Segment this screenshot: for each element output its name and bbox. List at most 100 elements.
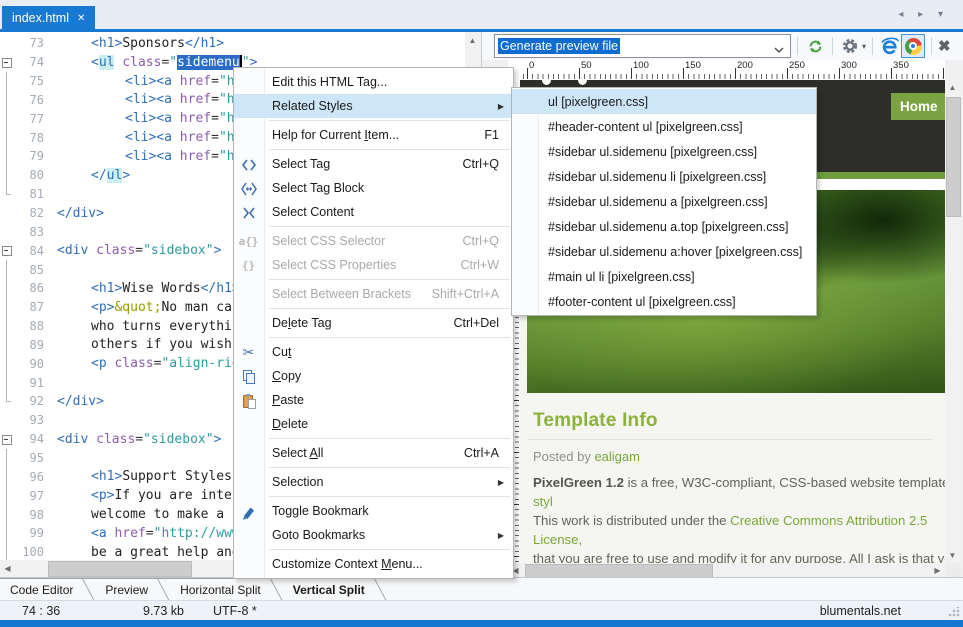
code-token: <p> <box>91 300 114 315</box>
ie-browser-icon[interactable] <box>879 35 901 57</box>
line-number: 86 <box>13 281 51 295</box>
submenu-item[interactable]: #sidebar ul.sidemenu a [pixelgreen.css] <box>512 189 816 214</box>
scroll-up-icon[interactable]: ▲ <box>465 33 480 48</box>
menu-item-edit-html-tag[interactable]: Edit this HTML Tag... <box>234 70 513 94</box>
submenu-arrow-icon: ▶ <box>498 531 504 540</box>
code-token: > <box>214 432 222 447</box>
submenu-item[interactable]: #sidebar ul.sidemenu a:hover [pixelgreen… <box>512 239 816 264</box>
fold-toggle-icon[interactable] <box>0 430 13 449</box>
code-token: "http://www <box>154 526 240 541</box>
menu-item-help-current-item[interactable]: Help for Current Item...F1 <box>234 123 513 147</box>
menu-item-toggle-bookmark[interactable]: Toggle Bookmark <box>234 499 513 523</box>
scroll-up-icon[interactable]: ▲ <box>945 80 960 95</box>
line-number: 74 <box>13 55 51 69</box>
fold-guide <box>0 109 13 128</box>
line-number: 79 <box>13 149 51 163</box>
scrollbar-thumb[interactable] <box>525 564 713 578</box>
menu-item-selection[interactable]: Selection▶ <box>234 470 513 494</box>
menu-shortcut: Ctrl+Q <box>463 157 499 171</box>
menu-item-label: Related Styles <box>272 99 353 113</box>
submenu-item[interactable]: #main ul li [pixelgreen.css] <box>512 264 816 289</box>
line-number: 80 <box>13 168 51 182</box>
menu-item-label: Selection <box>272 475 323 489</box>
code-token: Support <box>122 469 185 484</box>
menu-separator <box>269 120 510 121</box>
view-tab-vertical-split[interactable]: Vertical Split <box>283 578 387 601</box>
paragraph-text: that you are free to use and modify it f… <box>533 551 945 563</box>
fold-guide <box>0 72 13 91</box>
menu-item-delete-tag[interactable]: Delete TagCtrl+Del <box>234 311 513 335</box>
menu-item-cut[interactable]: ✂Cut <box>234 340 513 364</box>
view-tab-code-editor[interactable]: Code Editor <box>0 578 95 601</box>
menu-item-select-tag[interactable]: Select Tag Ctrl+Q <box>234 152 513 176</box>
tab-close-icon[interactable]: ✕ <box>77 13 85 24</box>
toolbar-divider <box>797 37 798 55</box>
code-token: <div <box>57 243 96 258</box>
line-number: 93 <box>13 413 51 427</box>
code-token: <p <box>91 356 114 371</box>
chevron-down-icon[interactable] <box>774 43 784 57</box>
menu-item-label: Select Tag <box>272 157 330 171</box>
fold-toggle-icon[interactable] <box>0 241 13 260</box>
gear-icon[interactable] <box>839 35 861 57</box>
menu-item-customize-context-menu[interactable]: Customize Context Menu... <box>234 552 513 576</box>
preview-horizontal-scrollbar[interactable]: ◀ ▶ <box>508 563 945 578</box>
paragraph-text: This work is distributed under the <box>533 513 730 528</box>
menu-item-related-styles[interactable]: Related Styles▶ <box>234 94 513 118</box>
fold-toggle-icon[interactable] <box>0 53 13 72</box>
code-token: href <box>180 92 211 107</box>
code-token: = <box>211 92 219 107</box>
scroll-down-icon[interactable]: ▼ <box>945 548 960 563</box>
submenu-item[interactable]: #sidebar ul.sidemenu [pixelgreen.css] <box>512 139 816 164</box>
fold-guide <box>0 279 13 298</box>
template-info-paragraph: PixelGreen 1.2 is a free, W3C-compliant,… <box>533 473 945 563</box>
submenu-item[interactable]: #sidebar ul.sidemenu a.top [pixelgreen.c… <box>512 214 816 239</box>
submenu-item[interactable]: #sidebar ul.sidemenu li [pixelgreen.css] <box>512 164 816 189</box>
view-tab-preview[interactable]: Preview <box>95 578 170 601</box>
menu-separator <box>269 149 510 150</box>
submenu-item[interactable]: #header-content ul [pixelgreen.css] <box>512 114 816 139</box>
line-number: 88 <box>13 319 51 333</box>
menu-item-delete[interactable]: Delete <box>234 412 513 436</box>
code-token: href <box>180 111 211 126</box>
toolbar-divider <box>872 37 873 55</box>
gear-dropdown-icon[interactable]: ▾ <box>862 42 866 51</box>
scroll-right-icon[interactable]: ▶ <box>930 563 945 578</box>
menu-item-paste[interactable]: Paste <box>234 388 513 412</box>
menu-item-copy[interactable]: Copy <box>234 364 513 388</box>
scrollbar-thumb[interactable] <box>946 97 961 217</box>
close-preview-icon[interactable]: ✖ <box>938 37 951 55</box>
menu-item-label: Delete Tag <box>272 316 332 330</box>
combobox-value: Generate preview file <box>498 38 620 54</box>
menu-item-select-tag-block[interactable]: Select Tag Block <box>234 176 513 200</box>
fold-guide <box>0 449 13 468</box>
fold-guide <box>0 185 13 204</box>
code-line[interactable]: 73<h1>Sponsors</h1> <box>0 34 465 53</box>
line-number: 89 <box>13 338 51 352</box>
preview-vertical-scrollbar[interactable]: ▲ ▼ <box>945 80 961 563</box>
menu-item-select-all[interactable]: Select AllCtrl+A <box>234 441 513 465</box>
refresh-icon[interactable] <box>804 35 826 57</box>
tab-scroll-arrows-icon[interactable]: ◂ ▸ ▾ <box>898 9 949 20</box>
submenu-item[interactable]: ul [pixelgreen.css] <box>512 89 816 114</box>
code-token: = <box>211 111 219 126</box>
code-token: ul <box>99 55 115 70</box>
menu-item-select-content[interactable]: Select Content <box>234 200 513 224</box>
preview-mode-combobox[interactable]: Generate preview file <box>494 34 791 58</box>
code-token: class <box>122 55 161 70</box>
chrome-browser-icon[interactable] <box>901 34 925 58</box>
code-token: ul <box>107 168 123 183</box>
paragraph-text: is a free, W3C-compliant, CSS-based webs… <box>624 475 945 490</box>
menu-item-goto-bookmarks[interactable]: Goto Bookmarks▶ <box>234 523 513 547</box>
scroll-left-icon[interactable]: ◀ <box>0 561 15 576</box>
menu-item-label: Select Content <box>272 205 354 219</box>
tab-index-html[interactable]: index.html ✕ <box>2 6 95 30</box>
submenu-item[interactable]: #footer-content ul [pixelgreen.css] <box>512 289 816 314</box>
resize-grip[interactable] <box>948 607 960 617</box>
site-link[interactable]: styl <box>533 494 553 509</box>
view-tab-horizontal-split[interactable]: Horizontal Split <box>170 578 283 601</box>
site-nav-home-link[interactable]: Home <box>891 93 945 120</box>
scrollbar-thumb[interactable] <box>48 561 192 577</box>
code-token: = <box>211 149 219 164</box>
author-link[interactable]: ealigam <box>594 449 640 464</box>
